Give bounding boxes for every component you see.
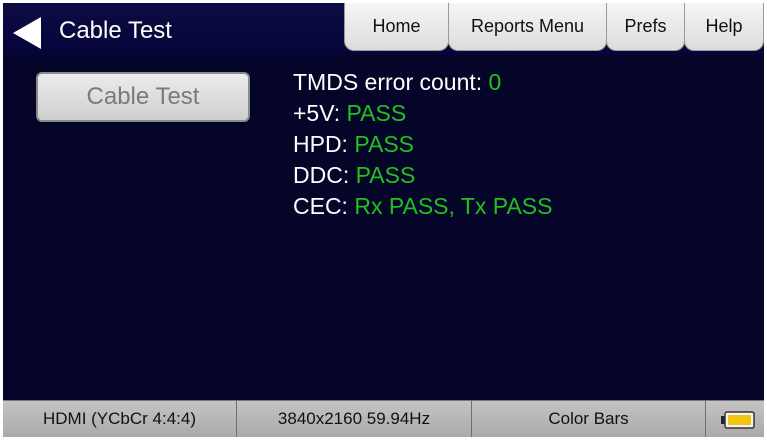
top-bar: Cable Test Home Reports Menu Prefs Help — [3, 3, 764, 55]
result-hpd: HPD: PASS — [293, 129, 552, 160]
app-window: Cable Test Home Reports Menu Prefs Help … — [3, 3, 764, 437]
cable-test-button[interactable]: Cable Test — [36, 72, 250, 122]
result-value: Rx PASS, Tx PASS — [354, 193, 553, 219]
status-timing[interactable]: 3840x2160 59.94Hz — [237, 401, 472, 437]
result-cec: CEC: Rx PASS, Tx PASS — [293, 191, 552, 222]
tab-home-label: Home — [372, 16, 421, 36]
result-value: PASS — [354, 131, 414, 157]
test-results: TMDS error count: 0 +5V: PASS HPD: PASS … — [293, 67, 552, 222]
status-pattern[interactable]: Color Bars — [472, 401, 706, 437]
page-title: Cable Test — [59, 17, 172, 44]
tab-help-label: Help — [705, 16, 743, 36]
result-tmds: TMDS error count: 0 — [293, 67, 552, 98]
tab-prefs-label: Prefs — [624, 16, 667, 36]
result-5v: +5V: PASS — [293, 98, 552, 129]
tab-reports-menu[interactable]: Reports Menu — [448, 3, 607, 51]
tab-reports-menu-label: Reports Menu — [470, 16, 585, 36]
result-value: PASS — [355, 162, 416, 188]
battery-icon — [721, 411, 755, 429]
result-label: +5V: — [293, 100, 347, 126]
result-label: DDC: — [293, 162, 356, 188]
result-label: HPD: — [293, 131, 355, 157]
result-value: PASS — [346, 100, 407, 126]
status-interface[interactable]: HDMI (YCbCr 4:4:4) — [3, 401, 237, 437]
status-bar: HDMI (YCbCr 4:4:4) 3840x2160 59.94Hz Col… — [3, 400, 764, 437]
result-label: TMDS error count: — [293, 69, 489, 95]
tab-prefs[interactable]: Prefs — [606, 3, 685, 51]
result-ddc: DDC: PASS — [293, 160, 552, 191]
result-value: 0 — [488, 69, 502, 95]
back-arrow-icon[interactable] — [11, 15, 43, 51]
result-label: CEC: — [293, 193, 355, 219]
tab-home[interactable]: Home — [344, 3, 449, 51]
tab-help[interactable]: Help — [684, 3, 764, 51]
